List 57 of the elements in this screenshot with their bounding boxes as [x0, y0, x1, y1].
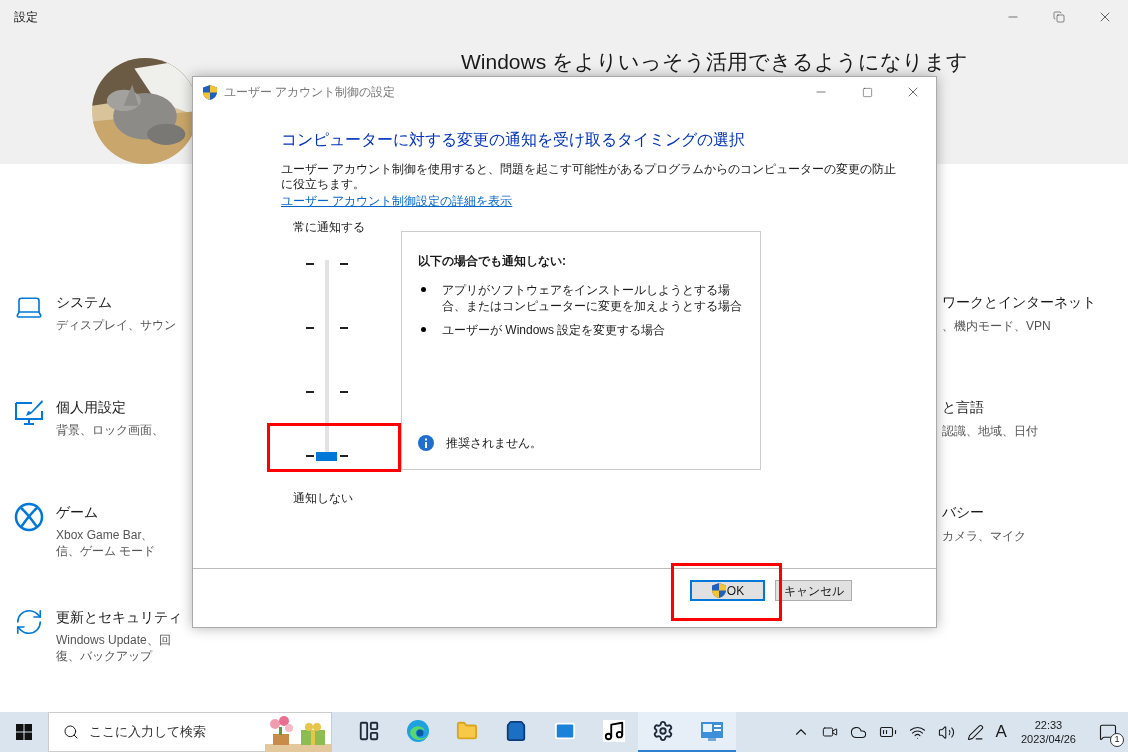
camera-icon[interactable]: [821, 724, 838, 740]
taskbar-app-button[interactable]: [638, 712, 687, 752]
volume-icon[interactable]: [937, 723, 955, 741]
category-title[interactable]: 更新とセキュリティ: [56, 607, 190, 628]
music-note-icon: [602, 720, 625, 742]
bullet-text: ユーザーが Windows 設定を変更する場合: [442, 322, 666, 338]
notification-slider[interactable]: [306, 260, 348, 464]
details-link[interactable]: ユーザー アカウント制御設定の詳細を表示: [281, 192, 513, 210]
folder-icon: [455, 720, 478, 742]
task-view-icon: [357, 720, 380, 742]
dialog-heading: コンピューターに対する変更の通知を受け取るタイミングの選択: [281, 130, 746, 150]
pen-icon[interactable]: [966, 723, 984, 741]
category-description: 、機内モード、VPN: [942, 318, 1052, 335]
slider-thumb[interactable]: [316, 452, 337, 461]
hero-text: Windows をよりいっそう活用できるようになります: [461, 49, 969, 75]
category-title[interactable]: ゲーム: [56, 502, 190, 523]
search-field[interactable]: ここに入力して検索: [48, 712, 332, 752]
sync-icon: [14, 607, 44, 637]
control-panel-icon: [699, 720, 724, 742]
clock[interactable]: 22:33 2023/04/26: [1018, 718, 1078, 746]
search-icon: [63, 724, 79, 740]
bullet-text: アプリがソフトウェアをインストールしようとする場合、またはコンピューターに変更を加えようとする場合: [442, 282, 743, 314]
cancel-button[interactable]: キャンセル: [775, 580, 852, 601]
slider-bottom-label: 通知しない: [293, 490, 354, 507]
category-description: Xbox Game Bar、 信、ゲーム モード: [56, 527, 157, 559]
info-title: 以下の場合でも通知しない:: [418, 253, 567, 270]
window-title: 設定: [14, 9, 38, 26]
bullet-icon: [421, 327, 426, 332]
dialog-title: ユーザー アカウント制御の設定: [224, 84, 396, 101]
info-icon: [418, 435, 434, 451]
category-description: ディスプレイ、サウン: [56, 317, 177, 333]
search-placeholder: ここに入力して検索: [89, 723, 206, 742]
category-description: Windows Update、回復、バックアップ: [56, 632, 172, 664]
slider-top-label: 常に通知する: [293, 219, 366, 236]
settings-icon: [651, 720, 674, 742]
notification-icon[interactable]: [1099, 723, 1117, 741]
category-title[interactable]: ワークとインターネット: [942, 292, 1096, 313]
category-description: カメラ、マイク: [942, 528, 1027, 545]
notification-badge: 1: [1110, 733, 1124, 747]
windows-logo-icon: [16, 724, 32, 740]
ime-indicator[interactable]: A: [995, 719, 1007, 745]
xbox-icon: [14, 502, 44, 532]
ok-button[interactable]: OK: [690, 580, 765, 601]
edge-icon: [405, 719, 430, 743]
category-title[interactable]: と言語: [942, 397, 1096, 418]
dialog-description: ユーザー アカウント制御を使用すると、問題を起こす可能性があるプログラムからのコンピューターの変更の防止に役立ちます。: [281, 162, 898, 192]
category-description: 背景、ロック画面、: [56, 422, 165, 438]
restore-icon: [1053, 11, 1065, 23]
category-description: 認識、地域、日付: [942, 423, 1039, 440]
category-title[interactable]: システム: [56, 292, 190, 313]
shield-icon: [202, 83, 218, 101]
warning-note: 推奨されません。: [446, 435, 542, 452]
category-title[interactable]: 個人用設定: [56, 397, 190, 418]
shield-icon: [710, 582, 727, 599]
category-title[interactable]: バシー: [942, 502, 1096, 523]
maximize-icon: [861, 86, 873, 98]
bullet-icon: [421, 287, 426, 292]
